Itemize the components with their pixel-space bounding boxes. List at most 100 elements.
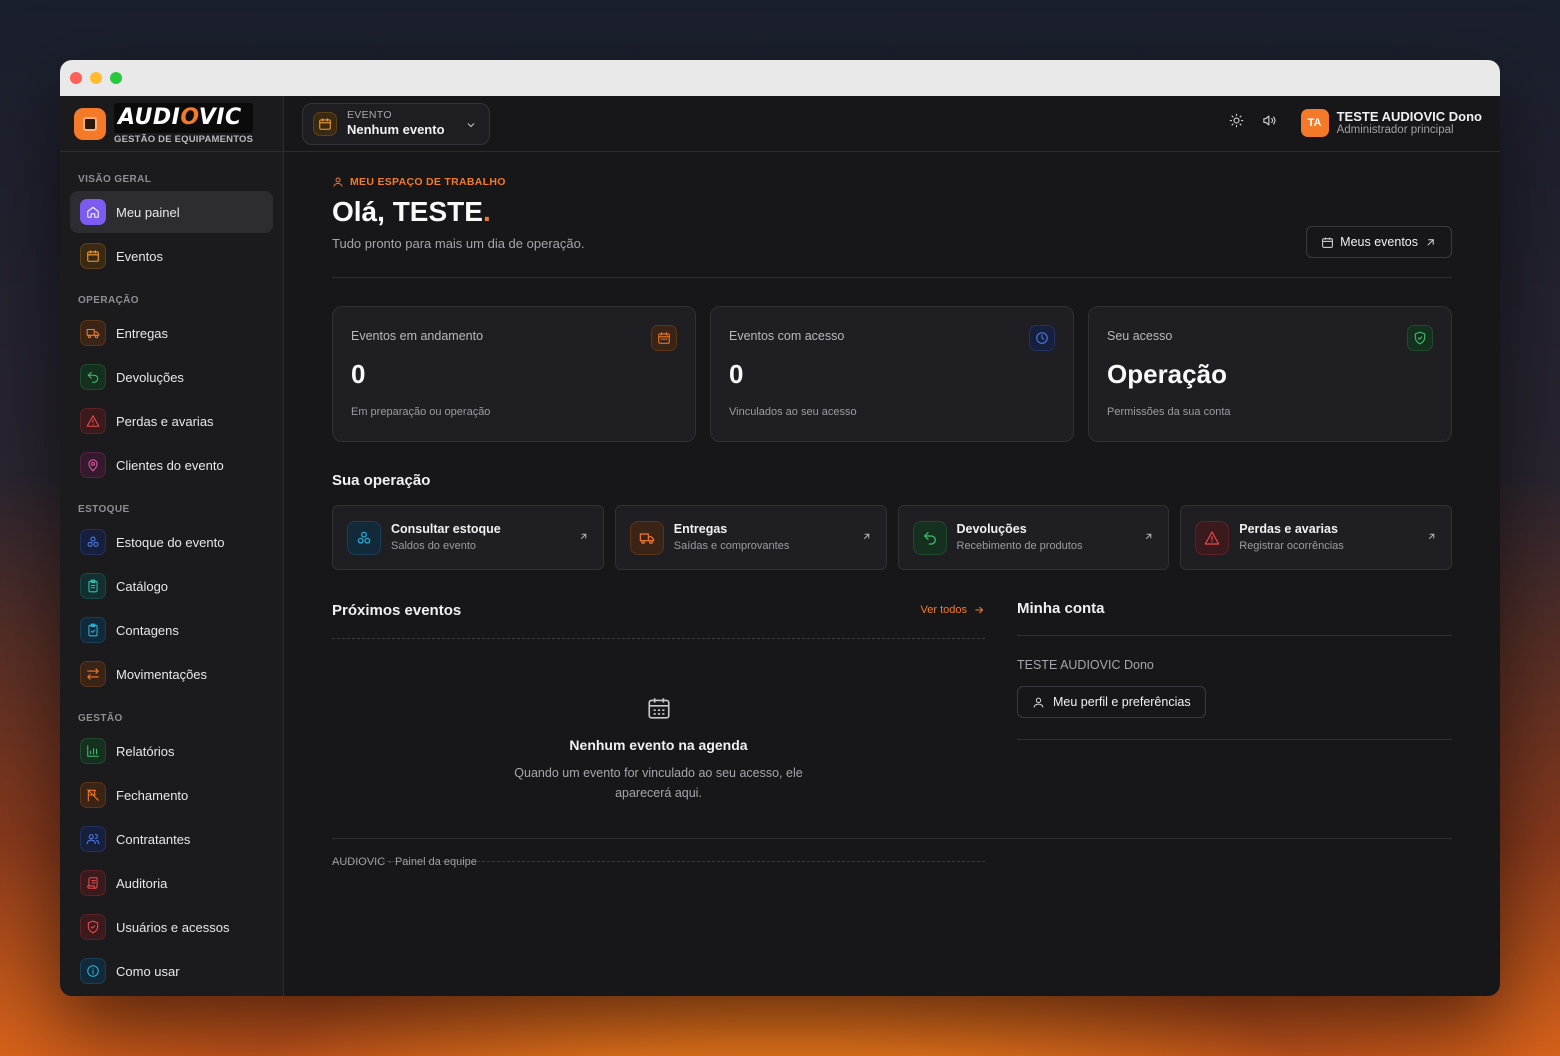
- stat-label: Eventos com acesso: [729, 329, 845, 343]
- swap-icon: [80, 661, 106, 687]
- sidebar-item-relatorios[interactable]: Relatórios: [70, 730, 273, 772]
- divider: [1017, 635, 1452, 636]
- operations-row: Consultar estoque Saldos do evento Entre…: [332, 505, 1452, 570]
- my-events-button[interactable]: Meus eventos: [1306, 226, 1452, 258]
- workspace-label: MEU ESPAÇO DE TRABALHO: [332, 176, 1452, 188]
- divider: [1017, 739, 1452, 740]
- sidebar-item-label: Movimentações: [116, 666, 208, 682]
- boxes-icon: [347, 520, 381, 555]
- maximize-window-button[interactable]: [110, 72, 122, 84]
- stat-card-eventos-acesso: Eventos com acesso 0 Vinculados ao seu a…: [710, 306, 1074, 442]
- profile-preferences-label: Meu perfil e preferências: [1053, 695, 1191, 709]
- sidebar-item-label: Perdas e avarias: [116, 413, 214, 429]
- sidebar-item-label: Contratantes: [116, 831, 191, 847]
- op-card-title: Consultar estoque: [391, 522, 501, 537]
- sidebar-item-auditoria[interactable]: Auditoria: [70, 862, 273, 904]
- minimize-window-button[interactable]: [90, 72, 102, 84]
- profile-preferences-button[interactable]: Meu perfil e preferências: [1017, 686, 1206, 718]
- sidebar-item-catalogo[interactable]: Catálogo: [70, 565, 273, 607]
- nav-section-label: VISÃO GERAL: [78, 174, 152, 185]
- warning-icon: [80, 408, 106, 434]
- map-pin-icon: [80, 452, 106, 478]
- stat-label: Seu acesso: [1107, 329, 1173, 343]
- sidebar: AUDIOVIC GESTÃO DE EQUIPAMENTOS VISÃO GE…: [60, 96, 284, 996]
- operations-title: Sua operação: [332, 472, 431, 489]
- sidebar-item-label: Eventos: [116, 248, 163, 264]
- user-menu[interactable]: TA TESTE AUDIOVIC Dono Administrador pri…: [1300, 109, 1482, 138]
- op-card-title: Entregas: [673, 522, 728, 537]
- greeting-dot: .: [482, 196, 491, 227]
- info-icon: [80, 958, 106, 984]
- op-card-subtitle: Recebimento de produtos: [956, 539, 1083, 552]
- see-all-link[interactable]: Ver todos: [921, 604, 985, 616]
- stat-note: Permissões da sua conta: [1107, 406, 1231, 418]
- sidebar-item-label: Relatórios: [116, 743, 175, 759]
- footer: AUDIOVIC · Painel da equipe: [332, 838, 1452, 868]
- brand-logo-icon: [74, 107, 106, 140]
- calendar-icon: [1322, 237, 1334, 248]
- event-selector[interactable]: EVENTO Nenhum evento: [302, 102, 490, 145]
- sidebar-item-como-usar[interactable]: Como usar: [70, 950, 273, 992]
- calendar-icon: [647, 698, 670, 719]
- arrow-up-right-icon: [1143, 529, 1154, 547]
- sidebar-item-fechamento[interactable]: Fechamento: [70, 774, 273, 816]
- shield-icon: [80, 914, 106, 940]
- footer-text: AUDIOVIC · Painel da equipe: [332, 856, 477, 868]
- clipboard-check-icon: [80, 617, 106, 643]
- arrow-up-right-icon: [861, 529, 872, 547]
- sidebar-item-entregas[interactable]: Entregas: [70, 312, 273, 354]
- sidebar-item-contagens[interactable]: Contagens: [70, 609, 273, 651]
- theme-toggle-sun-icon[interactable]: [1229, 113, 1244, 133]
- op-card-title: Devoluções: [956, 522, 1027, 537]
- stat-card-seu-acesso: Seu acesso Operação Permissões da sua co…: [1088, 306, 1452, 442]
- shield-check-icon: [1407, 325, 1433, 351]
- nav-section-label: GESTÃO: [78, 713, 123, 724]
- sidebar-item-label: Auditoria: [116, 875, 168, 891]
- op-card-subtitle: Saldos do evento: [391, 539, 477, 552]
- op-card-entregas[interactable]: Entregas Saídas e comprovantes: [614, 505, 887, 570]
- op-card-devolucoes[interactable]: Devoluções Recebimento de produtos: [897, 505, 1170, 570]
- greeting-text: Olá, TESTE: [332, 196, 483, 227]
- sidebar-item-usuarios-acessos[interactable]: Usuários e acessos: [70, 906, 273, 948]
- sidebar-item-meu-painel[interactable]: Meu painel: [70, 191, 273, 233]
- empty-state: Nenhum evento na agenda Quando um evento…: [332, 638, 985, 862]
- sidebar-item-label: Fechamento: [116, 787, 189, 803]
- sidebar-item-clientes-evento[interactable]: Clientes do evento: [70, 444, 273, 486]
- calendar-icon: [651, 325, 677, 351]
- sidebar-item-contratantes[interactable]: Contratantes: [70, 818, 273, 860]
- empty-state-text: Quando um evento for vinculado ao seu ac…: [514, 766, 803, 800]
- brand[interactable]: AUDIOVIC GESTÃO DE EQUIPAMENTOS: [60, 96, 283, 152]
- op-card-subtitle: Registrar ocorrências: [1239, 539, 1344, 552]
- sidebar-item-movimentacoes[interactable]: Movimentações: [70, 653, 273, 695]
- main-area: EVENTO Nenhum evento TA TESTE AUDIOVIC D…: [284, 96, 1500, 996]
- sidebar-item-label: Entregas: [116, 325, 169, 341]
- op-card-consultar-estoque[interactable]: Consultar estoque Saldos do evento: [332, 505, 604, 570]
- page-subtitle: Tudo pronto para mais um dia de operação…: [332, 236, 585, 251]
- nav-section-label: ESTOQUE: [78, 504, 130, 515]
- arrow-right-icon: [975, 606, 984, 614]
- calendar-icon: [313, 111, 337, 136]
- divider: [332, 277, 1452, 278]
- sidebar-item-label: Usuários e acessos: [116, 919, 230, 935]
- close-window-button[interactable]: [70, 72, 82, 84]
- op-card-title: Perdas e avarias: [1239, 522, 1338, 537]
- sidebar-item-perdas-avarias[interactable]: Perdas e avarias: [70, 400, 273, 442]
- my-account-title: Minha conta: [1017, 600, 1105, 617]
- op-card-perdas-avarias[interactable]: Perdas e avarias Registrar ocorrências: [1180, 505, 1452, 570]
- sidebar-item-label: Estoque do evento: [116, 534, 225, 550]
- sidebar-nav: VISÃO GERAL Meu painel Eventos OPERAÇÃO …: [60, 152, 283, 992]
- sidebar-item-label: Clientes do evento: [116, 457, 224, 473]
- app-window: AUDIOVIC GESTÃO DE EQUIPAMENTOS VISÃO GE…: [60, 60, 1500, 996]
- sound-toggle-speaker-icon[interactable]: [1262, 113, 1277, 133]
- sidebar-item-eventos[interactable]: Eventos: [70, 235, 273, 277]
- scroll-icon: [80, 870, 106, 896]
- empty-state-title: Nenhum evento na agenda: [569, 737, 748, 753]
- sidebar-item-label: Devoluções: [116, 369, 184, 385]
- sidebar-item-label: Contagens: [116, 622, 179, 638]
- sidebar-item-estoque-evento[interactable]: Estoque do evento: [70, 521, 273, 563]
- upcoming-events-title: Próximos eventos: [332, 601, 462, 619]
- stats-row: Eventos em andamento 0 Em preparação ou …: [332, 306, 1452, 442]
- arrow-up-right-icon: [1427, 238, 1434, 246]
- stat-note: Vinculados ao seu acesso: [729, 406, 857, 418]
- sidebar-item-devolucoes[interactable]: Devoluções: [70, 356, 273, 398]
